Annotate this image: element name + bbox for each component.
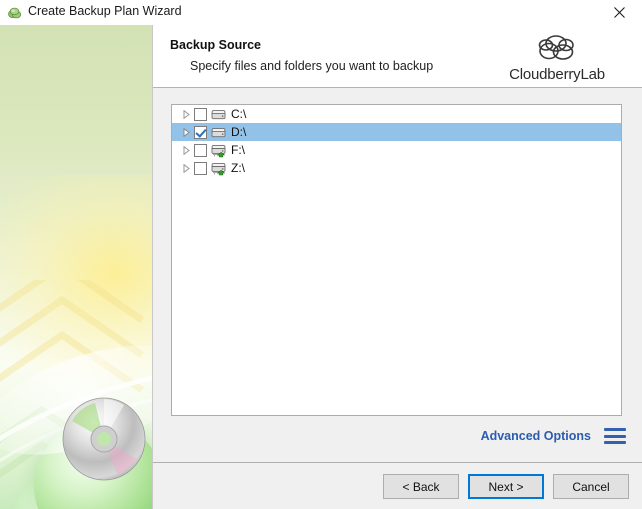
local-drive-icon <box>210 106 227 122</box>
table-row[interactable]: C:\ <box>172 105 621 123</box>
wizard-content: C:\ D:\ F:\ Z:\ Advanced Options < Back … <box>153 88 642 509</box>
chevron-right-icon[interactable] <box>179 123 194 141</box>
back-button[interactable]: < Back <box>383 474 459 499</box>
cloud-logo-icon <box>498 29 616 67</box>
logo-text: CloudberryLab <box>509 66 605 83</box>
chevron-right-icon[interactable] <box>179 105 194 123</box>
close-icon[interactable] <box>596 0 642 25</box>
drive-label: Z:\ <box>231 161 245 175</box>
hamburger-menu-icon[interactable] <box>604 428 626 444</box>
local-drive-icon <box>210 124 227 140</box>
table-row[interactable]: F:\ <box>172 141 621 159</box>
backup-source-tree[interactable]: C:\ D:\ F:\ Z:\ <box>171 104 622 416</box>
chevron-right-icon[interactable] <box>179 159 194 177</box>
cloudberrylab-logo: CloudberryLab <box>498 29 616 83</box>
row-checkbox[interactable] <box>194 161 207 175</box>
drive-label: C:\ <box>231 107 247 121</box>
wizard-footer: < Back Next > Cancel <box>153 474 642 504</box>
hamburger-bar <box>604 434 626 438</box>
drive-label: F:\ <box>231 143 245 157</box>
hamburger-bar <box>604 428 626 431</box>
wizard-window: Create Backup Plan Wizard Backup Source … <box>0 0 642 509</box>
network-drive-icon <box>210 160 227 176</box>
hamburger-bar <box>604 441 626 444</box>
page-subtitle: Specify files and folders you want to ba… <box>190 59 434 73</box>
footer-divider <box>153 462 642 463</box>
row-checkbox[interactable] <box>194 107 207 121</box>
table-row[interactable]: D:\ <box>172 123 621 141</box>
table-row[interactable]: Z:\ <box>172 159 621 177</box>
row-checkbox[interactable] <box>194 143 207 157</box>
network-drive-icon <box>210 142 227 158</box>
wizard-header: Backup Source Specify files and folders … <box>153 25 642 88</box>
title-bar: Create Backup Plan Wizard <box>0 0 642 26</box>
window-title: Create Backup Plan Wizard <box>28 4 182 18</box>
advanced-options-button[interactable]: Advanced Options <box>481 428 626 444</box>
advanced-options-label: Advanced Options <box>480 429 591 443</box>
wizard-banner-image <box>0 25 152 509</box>
cd-disc-icon <box>62 397 146 481</box>
row-checkbox[interactable] <box>194 125 207 139</box>
cloudberry-cloud-icon <box>7 5 23 21</box>
chevron-right-icon[interactable] <box>179 141 194 159</box>
cancel-button[interactable]: Cancel <box>553 474 629 499</box>
drive-label: D:\ <box>231 125 247 139</box>
next-button[interactable]: Next > <box>468 474 544 499</box>
page-title: Backup Source <box>170 38 262 52</box>
